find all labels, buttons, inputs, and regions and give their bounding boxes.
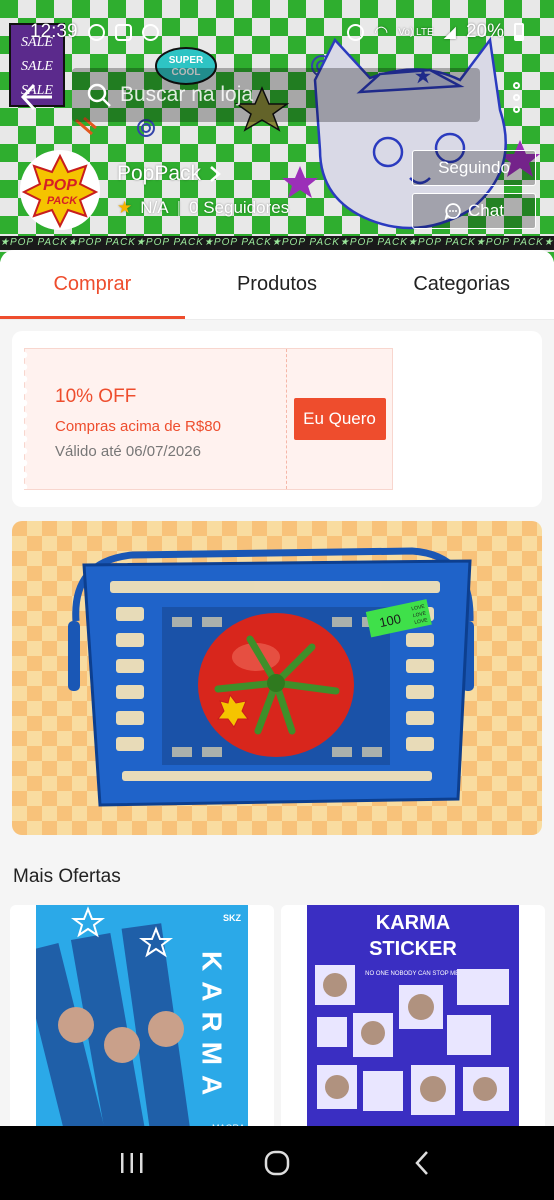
checkbox-notification-icon — [114, 23, 132, 41]
product-image: SKZ KARMA MAGRA — [36, 905, 248, 1135]
alarm-icon — [347, 23, 365, 41]
shop-name: PopPack — [117, 162, 202, 185]
voucher-section: 10% OFF Compras acima de R$80 Válido até… — [12, 331, 542, 507]
product-card[interactable]: SKZ KARMA MAGRA — [10, 905, 274, 1135]
tab-categorias[interactable]: Categorias — [369, 250, 554, 319]
svg-text:SKZ: SKZ — [223, 913, 242, 923]
more-dot-icon — [512, 81, 520, 89]
coupon-edge — [24, 349, 30, 489]
back-button[interactable] — [14, 74, 60, 120]
shop-rating: N/A — [140, 198, 169, 217]
karma-sticker-art: KARMA STICKER NO ONE NOBODY CAN STOP ME! — [307, 905, 519, 1135]
svg-text:KARMA: KARMA — [197, 951, 228, 1105]
more-dot-icon — [512, 105, 520, 113]
svg-text:KARMA: KARMA — [376, 912, 450, 934]
system-navigation-bar — [0, 1126, 554, 1200]
shop-stats: ★ N/A | 0 Seguidores — [117, 198, 289, 218]
recent-apps-icon — [121, 1153, 143, 1173]
voucher-coupon: 10% OFF Compras acima de R$80 Válido até… — [24, 348, 393, 490]
wifi-icon: ◠ — [374, 24, 389, 41]
divider: | — [176, 198, 182, 217]
battery-percent: 20% — [465, 21, 504, 42]
shopping-basket-illustration: 100 LOVE LOVE LOVE — [68, 547, 474, 807]
more-dot-icon — [512, 93, 520, 101]
more-options-button[interactable] — [500, 74, 532, 120]
home-icon — [264, 1150, 290, 1176]
tab-comprar[interactable]: Comprar — [0, 250, 185, 319]
shop-tabs: Comprar Produtos Categorias — [0, 250, 554, 320]
arrow-left-icon — [20, 83, 52, 111]
network-label: Vo) LTE — [398, 26, 434, 38]
svg-text:NO ONE NOBODY CAN STOP ME!: NO ONE NOBODY CAN STOP ME! — [365, 971, 461, 977]
search-icon — [87, 83, 111, 107]
svg-text:POP: POP — [43, 177, 77, 194]
status-bar: 12:39 ◠ Vo) LTE ◢ 20% — [0, 0, 554, 64]
back-chevron-icon — [414, 1151, 428, 1175]
whatsapp-icon — [141, 23, 159, 41]
tab-produtos[interactable]: Produtos — [185, 250, 370, 319]
promo-banner[interactable]: 100 LOVE LOVE LOVE — [12, 521, 542, 835]
chat-icon — [444, 203, 461, 220]
brand-strip: ★POP PACK★POP PACK★POP PACK★POP PACK★POP… — [0, 236, 554, 250]
search-input[interactable] — [120, 83, 450, 107]
chevron-right-icon — [210, 166, 221, 182]
tomato-illustration — [198, 613, 354, 757]
svg-text:STICKER: STICKER — [369, 938, 457, 960]
status-time: 12:39 — [30, 21, 78, 42]
voucher-condition: Compras acima de R$80 — [55, 418, 221, 435]
recent-apps-button[interactable] — [102, 1138, 162, 1188]
purple-star-icon — [282, 166, 318, 198]
more-offers-title: Mais Ofertas — [13, 866, 121, 887]
shop-name-link[interactable]: PopPack — [117, 162, 221, 186]
system-back-button[interactable] — [392, 1138, 452, 1188]
shop-followers: 0 Seguidores — [189, 198, 290, 217]
product-card[interactable]: KARMA STICKER NO ONE NOBODY CAN STOP ME! — [281, 905, 545, 1135]
poppack-logo: POP PACK — [21, 153, 99, 229]
spiral-icon — [137, 119, 155, 137]
svg-text:PACK: PACK — [47, 195, 78, 207]
store-search-bar[interactable] — [72, 68, 480, 122]
follow-button[interactable]: Seguindo — [412, 150, 536, 186]
product-image: KARMA STICKER NO ONE NOBODY CAN STOP ME! — [307, 905, 519, 1135]
claim-voucher-button[interactable]: Eu Quero — [293, 398, 386, 440]
voucher-details: 10% OFF Compras acima de R$80 Válido até… — [24, 349, 287, 489]
home-button[interactable] — [247, 1138, 307, 1188]
shop-avatar[interactable]: POP PACK — [20, 150, 100, 230]
star-icon: ★ — [117, 198, 133, 217]
voucher-validity: Válido até 06/07/2026 — [55, 443, 201, 460]
chat-button[interactable]: Chat — [412, 193, 536, 229]
voucher-action: Eu Quero — [287, 349, 392, 489]
instagram-icon — [87, 23, 105, 41]
battery-icon — [514, 23, 524, 41]
chat-label: Chat — [468, 201, 504, 220]
signal-icon: ◢ — [443, 24, 456, 41]
voucher-discount: 10% OFF — [55, 386, 137, 407]
karma-card-art: SKZ KARMA MAGRA — [36, 905, 248, 1135]
